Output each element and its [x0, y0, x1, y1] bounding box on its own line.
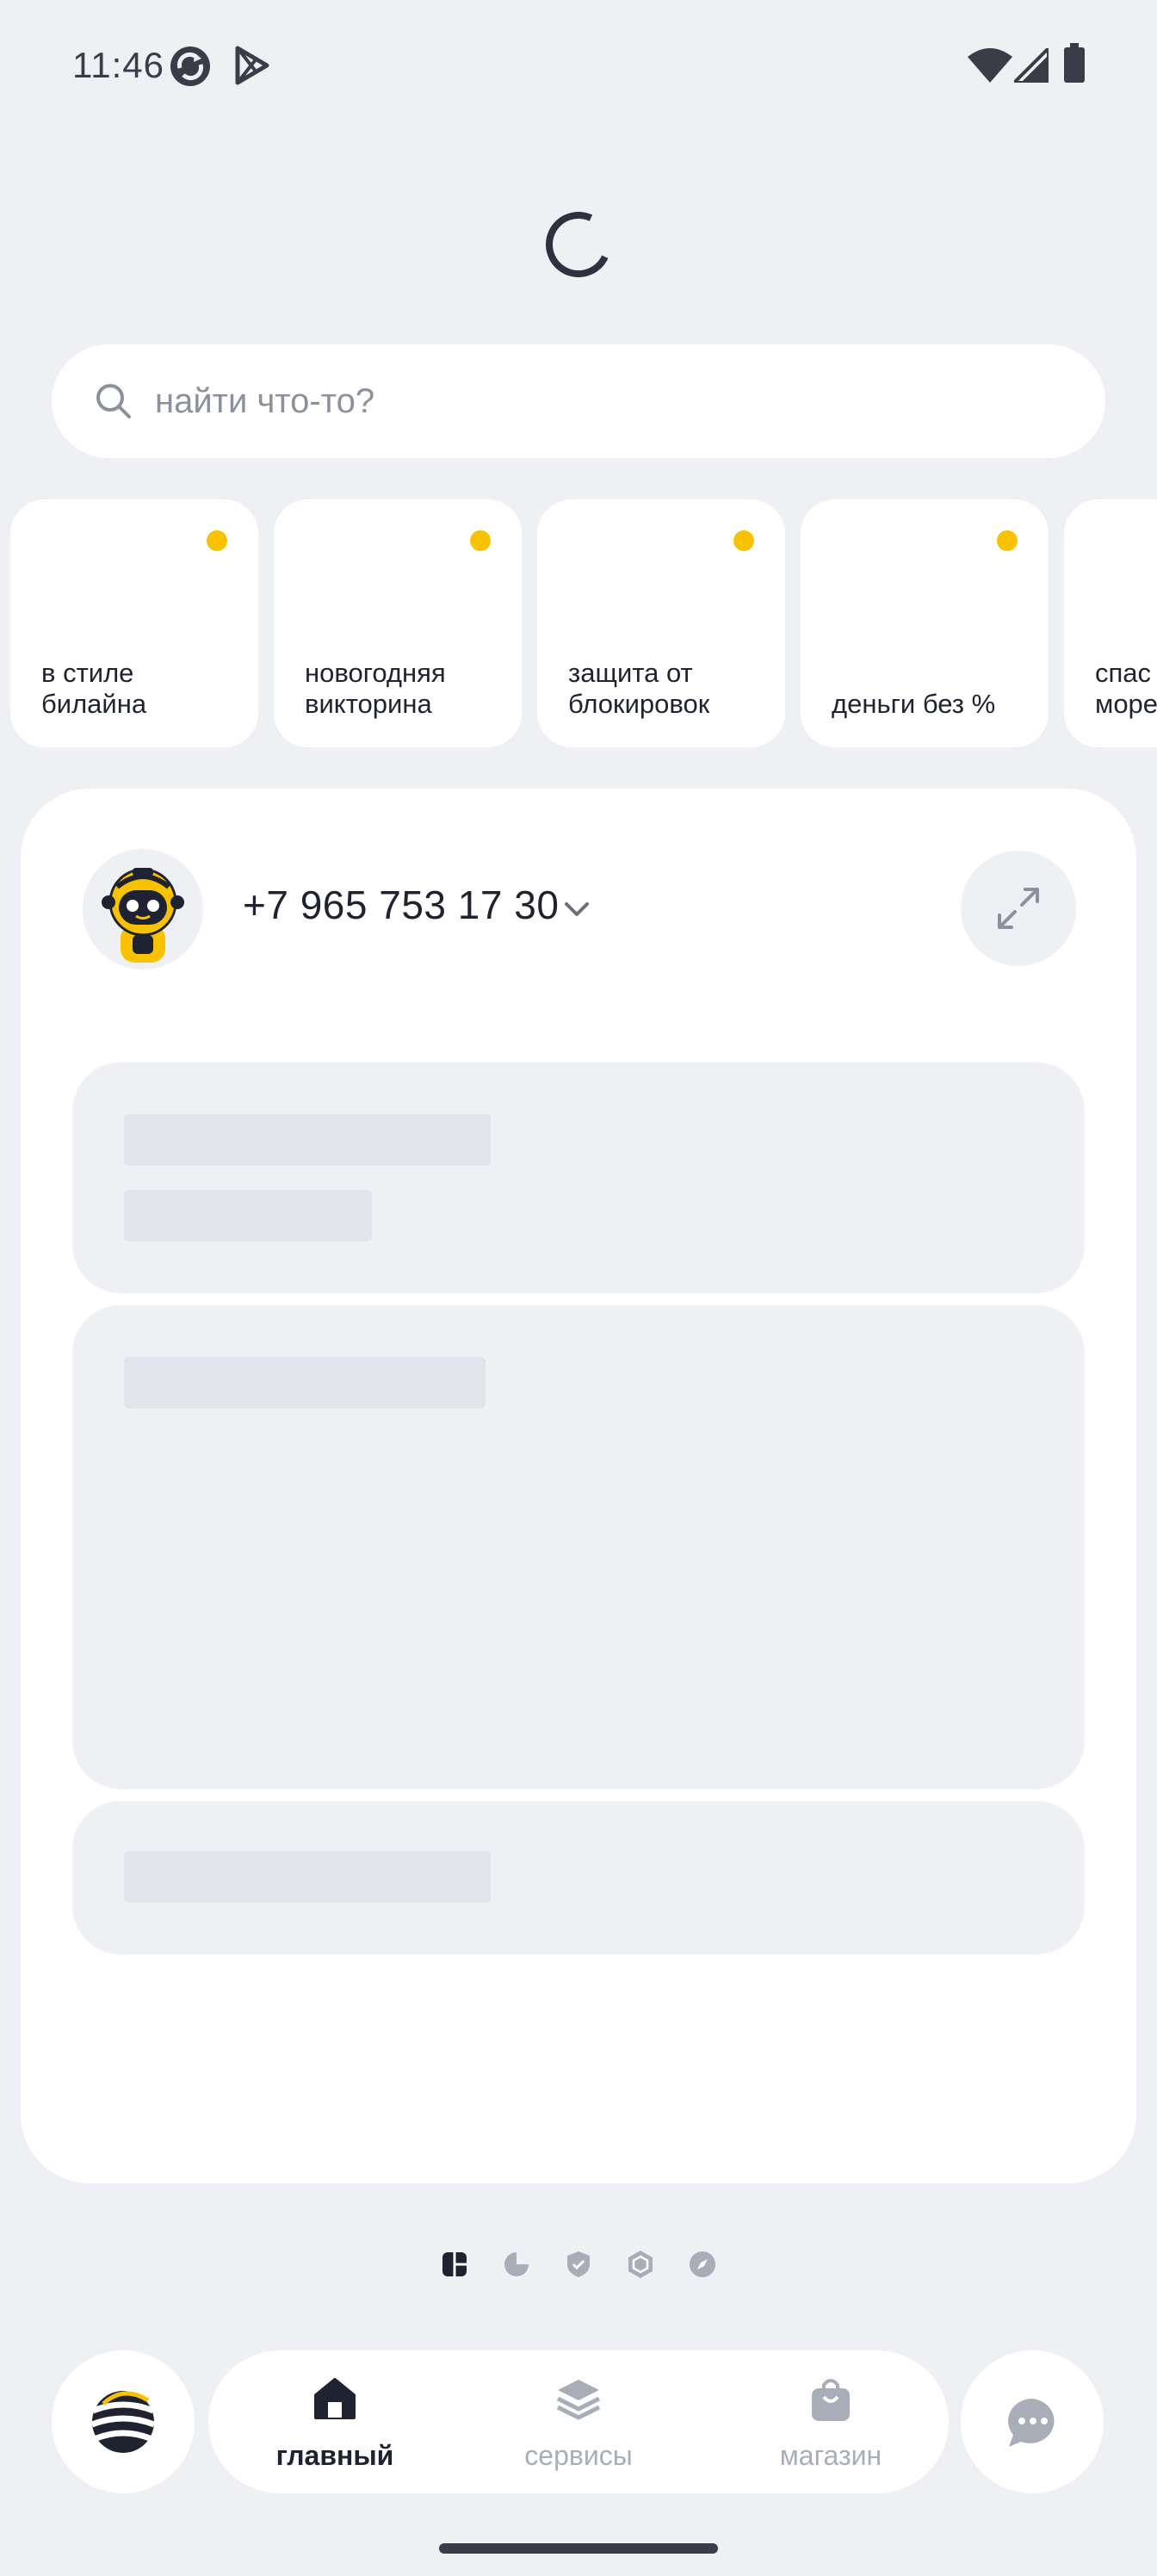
chat-icon — [1008, 2399, 1055, 2447]
nav-label: магазин — [779, 2440, 882, 2471]
wifi-icon — [968, 48, 1012, 87]
battery-icon — [1064, 43, 1085, 87]
pie-chart-icon[interactable] — [501, 2249, 532, 2280]
home-icon — [314, 2378, 356, 2419]
skeleton-block — [72, 1801, 1085, 1954]
page-indicator — [0, 2249, 1157, 2283]
story-title: новогодняя викторина — [305, 658, 446, 719]
dashboard-icon[interactable] — [439, 2249, 470, 2280]
stories-carousel[interactable]: в стиле билайна новогодняя викторина защ… — [10, 499, 1157, 747]
beeline-logo-button[interactable] — [52, 2350, 195, 2493]
story-card[interactable]: деньги без % — [801, 499, 1049, 747]
nav-item-services[interactable]: сервисы — [471, 2350, 686, 2493]
cellular-signal-icon — [1010, 44, 1050, 87]
search-icon — [96, 384, 131, 418]
search-input[interactable] — [155, 374, 1067, 429]
story-title: спас море — [1095, 658, 1157, 719]
account-card: +7 965 753 17 30 — [21, 789, 1136, 2183]
nav-item-home[interactable]: главный — [227, 2350, 442, 2493]
skeleton-block — [72, 1305, 1085, 1789]
compass-icon[interactable] — [687, 2249, 718, 2280]
skeleton-line — [124, 1357, 486, 1409]
skeleton-line — [124, 1851, 491, 1903]
chevron-down-icon[interactable] — [561, 894, 592, 925]
loading-spinner-icon — [536, 202, 621, 287]
shopping-bag-icon — [812, 2379, 850, 2421]
bottom-nav: главный сервисы магазин — [208, 2350, 949, 2493]
story-title: защита от блокировок — [568, 658, 710, 719]
hexagon-icon[interactable] — [625, 2249, 656, 2280]
home-indicator[interactable] — [439, 2543, 718, 2554]
story-card[interactable]: в стиле билайна — [10, 499, 258, 747]
unread-dot — [997, 530, 1018, 551]
unread-dot — [207, 530, 227, 551]
beeline-logo-icon — [90, 2391, 156, 2453]
unread-dot — [470, 530, 491, 551]
nav-label: главный — [275, 2440, 394, 2471]
status-bar: 11:46 — [0, 0, 1157, 129]
story-title: в стиле билайна — [41, 658, 147, 719]
story-card[interactable]: защита от блокировок — [537, 499, 785, 747]
shield-check-icon[interactable] — [563, 2249, 594, 2280]
skeleton-line — [124, 1190, 372, 1242]
layers-icon — [556, 2380, 601, 2420]
story-card[interactable]: новогодняя викторина — [274, 499, 522, 747]
search-bar[interactable] — [52, 344, 1105, 458]
nav-item-shop[interactable]: магазин — [723, 2350, 938, 2493]
expand-arrows-icon — [998, 888, 1039, 929]
story-card[interactable]: спас море — [1064, 499, 1157, 747]
robot-avatar-icon[interactable] — [83, 849, 203, 969]
phone-number[interactable]: +7 965 753 17 30 — [243, 882, 559, 928]
play-store-icon — [232, 45, 272, 90]
skeleton-line — [124, 1114, 491, 1166]
status-time: 11:46 — [72, 45, 164, 85]
skeleton-block — [72, 1062, 1085, 1293]
chat-button[interactable] — [961, 2350, 1104, 2493]
nav-label: сервисы — [524, 2440, 633, 2471]
story-title: деньги без % — [832, 689, 996, 719]
sync-app-icon — [169, 45, 212, 92]
expand-button[interactable] — [961, 851, 1076, 966]
unread-dot — [733, 530, 754, 551]
